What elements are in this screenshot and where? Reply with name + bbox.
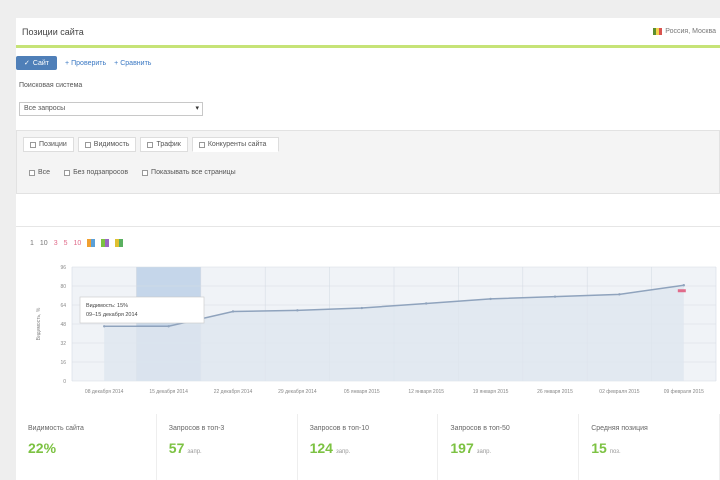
data-point — [682, 284, 685, 287]
y-tick-label: 0 — [63, 379, 66, 385]
query-select[interactable]: Все запросы ▾ — [19, 102, 203, 116]
checkbox-icon — [29, 169, 35, 176]
x-tick-label: 29 декабря 2014 — [278, 389, 317, 395]
tab-traffic[interactable]: Трафик — [140, 137, 188, 152]
check-link[interactable]: + Проверить — [65, 60, 106, 67]
legend-item[interactable]: 5 — [64, 240, 68, 247]
legend-item[interactable]: 10 — [74, 240, 82, 247]
data-point — [489, 297, 492, 301]
checkbox-icon — [198, 141, 205, 148]
option-no-subqueries[interactable]: Без подзапросов — [64, 169, 128, 176]
x-tick-label: 19 января 2015 — [473, 389, 509, 395]
chevron-down-icon: ▾ — [195, 105, 199, 112]
checkbox-icon — [64, 169, 71, 176]
color-swatch-icon[interactable] — [87, 239, 96, 247]
stat-value: 15 поз. — [591, 440, 621, 456]
plus-icon: + — [114, 59, 119, 67]
stat-top3: Запросов в топ-3 57 запр. — [157, 414, 298, 480]
data-point — [296, 309, 299, 312]
search-engine-label: Поисковая система — [19, 82, 83, 89]
stat-avg-position: Средняя позиция 15 поз. — [579, 414, 720, 480]
region-selector[interactable]: Россия, Москва — [653, 28, 716, 35]
stat-top50: Запросов в топ-50 197 запр. — [438, 414, 580, 480]
tab-positions[interactable]: Позиции — [23, 137, 74, 152]
tooltip-box — [79, 296, 205, 324]
y-tick-label: 80 — [60, 284, 66, 290]
stat-visibility: Видимость сайта 22% — [16, 414, 157, 480]
filter-options: Все Без подзапросов Показывать все стран… — [29, 169, 236, 176]
data-point — [231, 310, 235, 313]
tab-visibility[interactable]: Видимость — [77, 137, 137, 152]
marker-flag — [677, 289, 686, 293]
page-title: Позиции сайта — [22, 27, 84, 37]
tooltip-line: 09–15 декабря 2014 — [86, 312, 138, 318]
color-swatch-icon[interactable] — [101, 239, 110, 247]
checkbox-icon — [30, 141, 36, 148]
stat-top10: Запросов в топ-10 124 запр. — [298, 414, 439, 480]
data-point — [553, 295, 557, 298]
x-tick-label: 02 февраля 2015 — [599, 389, 639, 395]
y-tick-label: 64 — [60, 303, 66, 309]
x-tick-label: 15 декабря 2014 — [149, 389, 188, 395]
stat-value: 124 запр. — [309, 440, 351, 456]
x-tick-label: 08 декабря 2014 — [85, 389, 124, 395]
plus-icon: + — [65, 59, 70, 67]
tooltip-line: Видимость: 15% — [86, 303, 128, 309]
checkbox-icon — [142, 169, 149, 176]
x-tick-label: 09 февраля 2015 — [664, 389, 704, 395]
checkbox-icon — [84, 141, 91, 148]
page: Позиции сайта Россия, Москва ✓ Сайт + Пр… — [16, 18, 720, 480]
legend-item[interactable]: 1 — [30, 240, 34, 247]
stat-label: Запросов в топ-10 — [309, 425, 370, 432]
filter-panel: Позиции Видимость Трафик Конкуренты сайт… — [16, 130, 720, 194]
flag-icon — [653, 28, 663, 35]
compare-link[interactable]: + Сравнить — [114, 60, 151, 67]
data-point — [618, 293, 621, 296]
x-tick-label: 05 января 2015 — [344, 389, 380, 395]
site-button[interactable]: ✓ Сайт — [16, 56, 58, 70]
page-header: Позиции сайта Россия, Москва — [16, 18, 720, 48]
data-point — [425, 302, 428, 305]
y-axis-label: Видимость, % — [36, 307, 42, 340]
y-tick-label: 32 — [60, 341, 66, 347]
data-point — [167, 325, 170, 328]
visibility-chart: 0 16 32 48 64 80 96 08 декабря 2014 15 декабря 2… — [36, 265, 717, 395]
stat-label: Запросов в топ-50 — [450, 425, 510, 432]
check-icon: ✓ — [24, 60, 30, 67]
checkbox-icon — [147, 141, 154, 148]
tab-competitors[interactable]: Конкуренты сайта — [191, 137, 280, 152]
x-tick-label: 22 декабря 2014 — [214, 389, 253, 395]
stat-value: 197 запр. — [450, 440, 492, 456]
x-tick-label: 12 января 2015 — [408, 389, 444, 395]
chart-legend: 1 10 3 5 10 — [30, 239, 124, 247]
y-tick-label: 96 — [60, 265, 66, 271]
x-tick-label: 26 января 2015 — [537, 389, 573, 395]
legend-item[interactable]: 3 — [54, 240, 58, 247]
toolbar: ✓ Сайт + Проверить + Сравнить — [16, 56, 151, 70]
stat-label: Видимость сайта — [28, 425, 84, 432]
stat-value: 57 запр. — [168, 440, 202, 456]
option-all[interactable]: Все — [29, 169, 50, 176]
y-tick-label: 48 — [60, 322, 66, 328]
option-all-pages[interactable]: Показывать все страницы — [142, 169, 236, 176]
stat-label: Запросов в топ-3 — [168, 425, 225, 432]
stats-row: Видимость сайта 22% Запросов в топ-3 57 з… — [16, 414, 720, 480]
y-tick-label: 16 — [60, 360, 66, 366]
legend-item[interactable]: 10 — [40, 240, 48, 247]
stat-label: Средняя позиция — [591, 425, 648, 432]
stat-value: 22% — [28, 440, 57, 456]
data-point — [103, 325, 106, 328]
color-swatch-icon[interactable] — [115, 239, 124, 247]
region-label: Россия, Москва — [665, 28, 716, 35]
data-point — [360, 306, 363, 310]
filter-tabs: Позиции Видимость Трафик Конкуренты сайт… — [23, 137, 280, 152]
